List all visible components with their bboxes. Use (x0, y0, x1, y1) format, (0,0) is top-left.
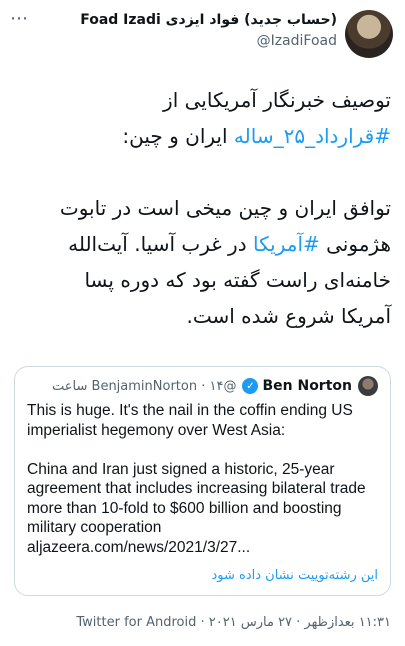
tweet-header: (حساب جدید) فواد ایزدی Foad Izadi @Izadi… (80, 10, 393, 58)
quoted-line: more than 10-fold to $600 billion and bo… (27, 499, 342, 517)
author-display-name[interactable]: (حساب جدید) فواد ایزدی Foad Izadi (80, 12, 337, 28)
tweet-line-text: ایران و چین: (122, 124, 234, 148)
more-options-icon[interactable]: ⋯ (10, 8, 29, 29)
quoted-line: imperialist hegemony over West Asia: (27, 421, 286, 439)
author-avatar[interactable] (345, 10, 393, 58)
author-names: (حساب جدید) فواد ایزدی Foad Izadi @Izadi… (80, 10, 337, 49)
tweet-line: هژمونی #آمریکا در غرب آسیا. آیت‌الله (14, 226, 391, 262)
tweet-line-text: هژمونی (319, 232, 391, 256)
tweet-line: آمریکا شروع شده است. (186, 304, 391, 328)
quoted-author-avatar (358, 376, 378, 396)
quoted-link: aljazeera.com/news/2021/3/27... (27, 538, 251, 556)
quoted-line: China and Iran just signed a historic, 2… (27, 460, 335, 478)
show-thread-link[interactable]: این رشته‌توییت نشان داده شود (212, 568, 378, 583)
tweet-line-text: در غرب آسیا. آیت‌الله (68, 232, 253, 256)
tweet-line: خامنه‌ای راست گفته بود که دوره پسا (84, 268, 391, 292)
quoted-line: military cooperation (27, 519, 162, 536)
quoted-tweet-card[interactable]: Ben Norton ✓ @BenjaminNorton · ۱۴ ساعت T… (14, 366, 391, 596)
quoted-author-meta: @BenjaminNorton · ۱۴ ساعت (52, 378, 237, 394)
tweet-line: #قرارداد_۲۵_ساله ایران و چین: (14, 118, 391, 154)
hashtag-link[interactable]: #آمریکا (253, 232, 320, 256)
quoted-line: This is huge. It's the nail in the coffi… (27, 402, 353, 419)
quoted-line: agreement that includes increasing bilat… (27, 480, 366, 497)
quoted-tweet-header: Ben Norton ✓ @BenjaminNorton · ۱۴ ساعت (52, 376, 378, 396)
quoted-author-name: Ben Norton (262, 378, 352, 394)
verified-badge-icon: ✓ (242, 378, 259, 394)
tweet-line: توافق ایران و چین میخی است در تابوت (59, 196, 391, 220)
quoted-tweet-text: This is huge. It's the nail in the coffi… (27, 401, 378, 557)
tweet-line: توصیف خبرنگار آمریکایی از (163, 88, 391, 112)
tweet-timestamp-source[interactable]: ۱۱:۳۱ بعدازظهر · ۲۷ مارس ۲۰۲۱ · Twitter … (76, 615, 391, 630)
author-handle[interactable]: @IzadiFoad (80, 33, 337, 49)
tweet-text: توصیف خبرنگار آمریکایی از #قرارداد_۲۵_سا… (14, 82, 391, 334)
hashtag-link[interactable]: #قرارداد_۲۵_ساله (234, 124, 391, 148)
